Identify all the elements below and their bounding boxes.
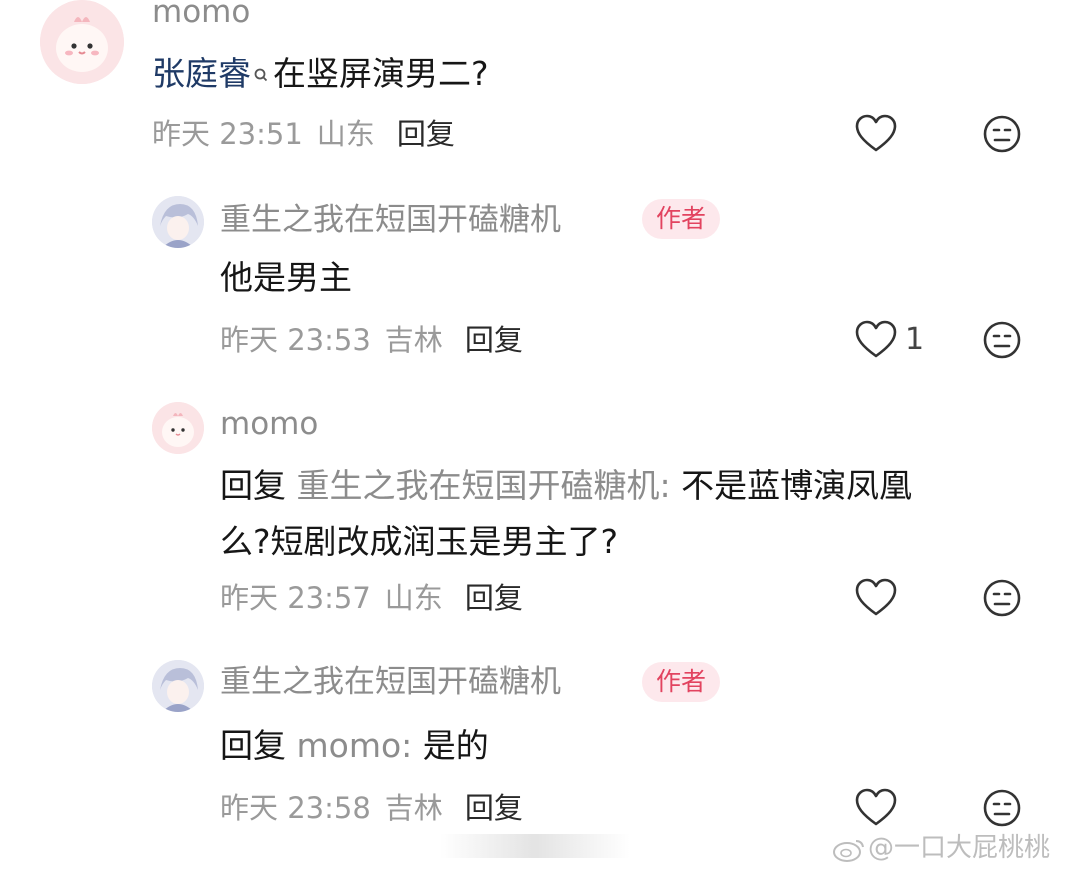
avatar-anime-image [152,196,204,248]
weibo-logo-icon [832,836,866,866]
comment-username[interactable]: momo [220,404,318,444]
comment-username[interactable]: 重生之我在短国开磕糖机 [220,200,561,240]
avatar-anime-image [152,660,204,712]
author-badge: 作者 [642,662,721,702]
watermark: @一口大屁桃桃 [0,826,1080,872]
avatar-chick-image [152,402,204,454]
comment-body: 他是男主 [220,258,352,297]
reply-button[interactable]: 回复 [465,581,523,615]
heart-icon[interactable] [854,320,898,364]
comment-meta: 昨天 23:53 吉林 回复 [220,320,523,360]
comment-text: 是的 [422,726,489,765]
reply-prefix: 回复 [220,726,286,765]
comment-time: 昨天 23:53 [220,323,371,357]
reply-target-link[interactable]: momo: [297,726,413,765]
reply-button[interactable]: 回复 [465,791,523,825]
comment-location: 吉林 [384,323,443,357]
comment-time: 昨天 23:57 [220,581,371,615]
avatar[interactable] [152,660,204,712]
heart-icon[interactable] [854,578,898,622]
comment-text: 不是蓝博演凤凰 [681,466,913,505]
comment-location: 山东 [384,581,443,615]
comment-text-line2: 么?短剧改成润玉是男主了? [220,522,619,561]
comment-location: 吉林 [384,791,443,825]
heart-icon[interactable] [854,114,898,158]
comment-username[interactable]: 重生之我在短国开磕糖机 [220,662,561,702]
dislike-face-icon[interactable] [982,114,1022,158]
comment-text: 在竖屏演男二? [273,54,489,93]
comment-location: 山东 [316,117,375,151]
author-badge: 作者 [642,199,721,239]
comment-meta: 昨天 23:58 吉林 回复 [220,788,523,828]
search-icon[interactable] [253,48,269,104]
comment-body: 回复 重生之我在短国开磕糖机: 不是蓝博演凤凰 么?短剧改成润玉是男主了? [220,458,1040,570]
dislike-face-icon[interactable] [982,320,1022,364]
comment-meta: 昨天 23:57 山东 回复 [220,578,523,618]
watermark-text: @一口大屁桃桃 [868,833,1051,863]
reply-prefix: 回复 [220,466,286,505]
avatar[interactable] [40,0,124,84]
reply-button[interactable]: 回复 [465,323,523,357]
comment-time: 昨天 23:51 [152,117,303,151]
comment-meta: 昨天 23:51 山东 回复 [152,114,455,154]
reply-target-link[interactable]: 重生之我在短国开磕糖机: [297,466,671,505]
blurred-strip [440,834,630,858]
like-count: 1 [905,322,925,357]
comment-body: 张庭睿 在竖屏演男二? [152,46,489,104]
mention-link[interactable]: 张庭睿 [152,54,251,93]
comment-time: 昨天 23:58 [220,791,371,825]
comment-username[interactable]: momo [152,0,250,32]
dislike-face-icon[interactable] [982,578,1022,622]
reply-button[interactable]: 回复 [397,117,455,151]
avatar[interactable] [152,196,204,248]
comment-body: 回复 momo: 是的 [220,718,489,774]
avatar-chick-image [40,0,124,84]
avatar[interactable] [152,402,204,454]
